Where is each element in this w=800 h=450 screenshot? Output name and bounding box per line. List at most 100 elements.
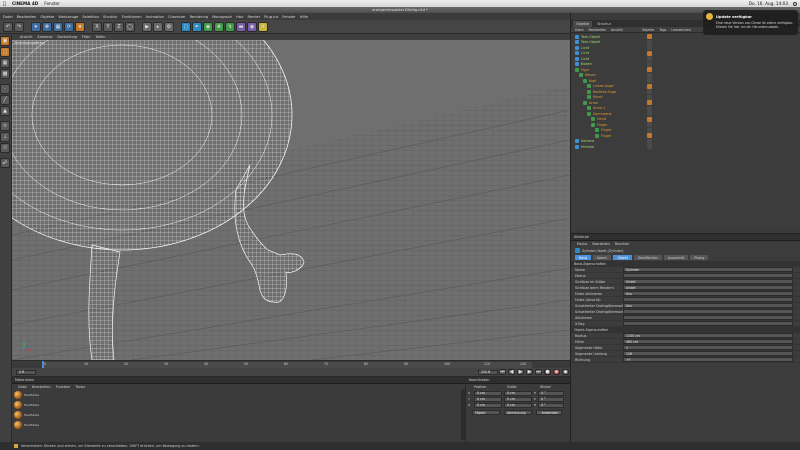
materials-menu-item[interactable]: Datei: [18, 385, 27, 389]
tab-deckflaechen[interactable]: Deckflächen: [633, 255, 662, 260]
object-tag-icon[interactable]: [647, 50, 652, 56]
attribute-value-field[interactable]: Undef.: [623, 279, 793, 284]
materials-menu-item[interactable]: Bearbeiten: [32, 385, 51, 389]
app-menu-item[interactable]: Hair: [236, 15, 243, 19]
objects-menu-item[interactable]: Objekte: [642, 28, 654, 32]
menu-fenster[interactable]: Fenster: [44, 1, 60, 6]
keyframe-icon[interactable]: ◆: [562, 369, 569, 375]
render-view-icon[interactable]: ▶: [142, 21, 152, 32]
floor-icon[interactable]: ▬: [236, 21, 246, 32]
viewport-menu-item[interactable]: Darstellung: [57, 35, 77, 39]
go-end-icon[interactable]: ⏭: [535, 369, 542, 375]
pen-icon[interactable]: ✒: [192, 21, 202, 32]
object-tag-icon[interactable]: [647, 45, 652, 51]
app-name[interactable]: CINEMA 4D: [12, 1, 38, 6]
redo-icon[interactable]: ↷: [14, 21, 24, 32]
app-menu-item[interactable]: Plug-ins: [264, 15, 278, 19]
recent-tools-icon[interactable]: ★: [75, 21, 85, 32]
attributes-menu-item[interactable]: Modus: [577, 242, 587, 246]
points-mode-icon[interactable]: ⋅: [0, 84, 10, 94]
size-mode-dropdown[interactable]: Abmessung: [504, 410, 532, 415]
material-item[interactable]: Hautfarbe: [14, 410, 44, 419]
app-menu-item[interactable]: Struktur: [103, 15, 118, 19]
app-menu-item[interactable]: Datei: [3, 15, 13, 19]
tab-ausschnitt[interactable]: Ausschnitt: [663, 255, 689, 260]
tab-koord[interactable]: Koord.: [593, 255, 612, 260]
viewport[interactable]: Zentralperspektive: [12, 40, 570, 360]
angle-b-field[interactable]: 0 °: [538, 402, 565, 408]
object-tag-icon[interactable]: [647, 56, 652, 62]
snap-icon[interactable]: ⚛: [0, 121, 10, 131]
attribute-value-field[interactable]: 1150 cm: [623, 333, 793, 338]
objects-menu-item[interactable]: Tags: [659, 28, 666, 32]
app-menu-item[interactable]: Rendering: [190, 15, 208, 19]
object-tag-icon[interactable]: [647, 39, 652, 45]
attribute-value-field[interactable]: [623, 273, 793, 278]
app-menu-item[interactable]: Werkzeuge: [58, 15, 78, 19]
object-tag-icon[interactable]: [647, 72, 652, 78]
attribute-value-field[interactable]: Undef.: [623, 285, 793, 290]
array-icon[interactable]: ❋: [214, 21, 224, 32]
attribute-value-field[interactable]: [623, 321, 793, 326]
apply-button[interactable]: Anwenden: [536, 410, 562, 415]
y-axis-icon[interactable]: Y: [103, 21, 113, 32]
attributes-menu-item[interactable]: Bearbeiten: [592, 242, 610, 246]
objects-menu-item[interactable]: Datei: [575, 28, 584, 32]
clock[interactable]: Do. 16. Aug. 14:03: [749, 1, 788, 6]
tab-objekt[interactable]: Objekt: [613, 255, 632, 260]
viewport-menu-item[interactable]: Ansicht: [20, 35, 33, 39]
render-settings-icon[interactable]: ⚙: [164, 21, 174, 32]
timeline[interactable]: 0 10 20 30 40 50 60 70 80 90 100 110 120: [12, 360, 570, 369]
materials-menu-item[interactable]: Textur: [75, 385, 85, 389]
light-icon[interactable]: ☀: [258, 21, 268, 32]
object-tag-icon[interactable]: [647, 138, 652, 144]
object-tag-icon[interactable]: [647, 67, 652, 73]
update-notification[interactable]: Update verfügbar Eine neue Version von C…: [703, 10, 798, 35]
position-y-field[interactable]: 0 cm: [474, 396, 502, 402]
apple-icon[interactable]: : [3, 1, 6, 7]
next-frame-icon[interactable]: ▶: [526, 369, 533, 375]
coord-mode-dropdown[interactable]: Objekt: [472, 410, 500, 415]
current-frame-field[interactable]: 0 B: [16, 369, 36, 375]
play-icon[interactable]: ▶: [517, 369, 524, 375]
object-tag-icon[interactable]: [647, 94, 652, 100]
polygons-mode-icon[interactable]: ▲: [0, 106, 10, 116]
position-x-field[interactable]: 0 cm: [474, 390, 502, 396]
tab-phong[interactable]: Phong: [690, 255, 709, 260]
object-tag-icon[interactable]: [647, 105, 652, 111]
object-tag-icon[interactable]: [647, 116, 652, 122]
live-select-icon[interactable]: ➤: [31, 21, 41, 32]
attribute-value-field[interactable]: 465 cm: [623, 339, 793, 344]
x-axis-icon[interactable]: X: [92, 21, 102, 32]
undo-icon[interactable]: ↶: [3, 21, 13, 32]
attribute-value-field[interactable]: [623, 309, 793, 314]
move-icon[interactable]: ✥: [42, 21, 52, 32]
attribute-value-field[interactable]: +Y: [623, 357, 793, 362]
object-mode-icon[interactable]: □: [0, 47, 10, 57]
tab-basis[interactable]: Basis: [575, 255, 592, 260]
tweak-icon[interactable]: ☉: [0, 143, 10, 153]
object-tag-icon[interactable]: [647, 111, 652, 117]
cube-icon[interactable]: ▢: [181, 21, 191, 32]
app-menu-item[interactable]: Objekte: [40, 15, 54, 19]
objects-menu-item[interactable]: Lesezeichen: [671, 28, 691, 32]
object-tag-icon[interactable]: [647, 144, 652, 150]
objects-menu-item[interactable]: Bearbeiten: [589, 28, 607, 32]
object-tag-icon[interactable]: [647, 83, 652, 89]
angle-h-field[interactable]: 0 °: [538, 390, 565, 396]
material-item[interactable]: Hautfarbe: [14, 400, 44, 409]
edges-mode-icon[interactable]: ╱: [0, 95, 10, 105]
attribute-value-field[interactable]: Zylinder: [623, 267, 793, 272]
app-menu-item[interactable]: Animation: [146, 15, 164, 19]
attribute-value-field[interactable]: [623, 297, 793, 302]
size-z-field[interactable]: 0 cm: [504, 402, 532, 408]
scale-icon[interactable]: ▦: [53, 21, 63, 32]
viewport-menu-item[interactable]: Kameras: [38, 35, 53, 39]
viewport-menu-item[interactable]: Tafeln: [95, 35, 105, 39]
rotate-icon[interactable]: ⟳: [64, 21, 74, 32]
material-item[interactable]: Hautfarbe: [14, 420, 44, 429]
z-axis-icon[interactable]: Z: [114, 21, 124, 32]
object-tag-icon[interactable]: [647, 133, 652, 139]
object-tree-item[interactable]: Himmel: [571, 144, 800, 150]
object-tag-icon[interactable]: [647, 127, 652, 133]
